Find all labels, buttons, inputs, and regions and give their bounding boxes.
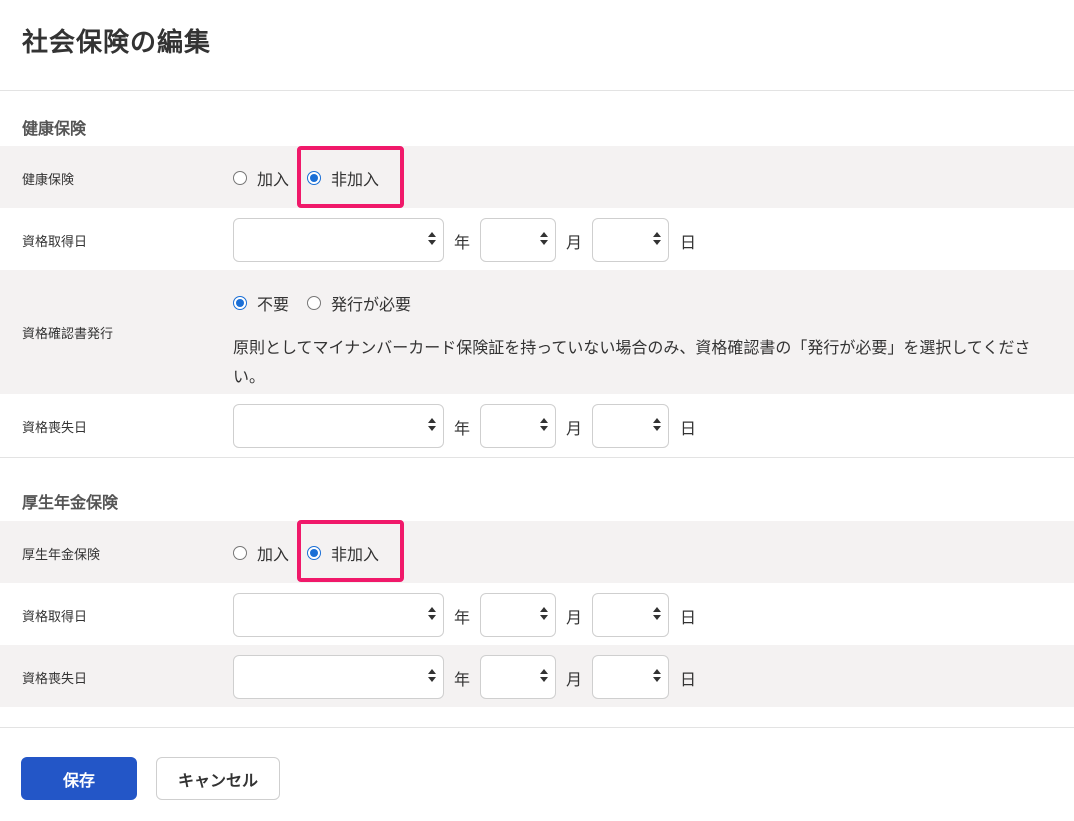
cancel-button[interactable]: キャンセル	[156, 757, 280, 800]
certificate-radio-group: 不要 発行が必要	[233, 291, 429, 315]
pension-enrollment-label: 厚生年金保険	[22, 548, 101, 563]
pension-enrollment-row: 厚生年金保険 加入 非加入	[0, 521, 1074, 583]
health-enrollment-row: 健康保険 加入 非加入	[0, 146, 1074, 208]
pension-acquisition-month-select[interactable]	[480, 593, 556, 637]
health-loss-month-select[interactable]	[480, 404, 556, 448]
certificate-needed-radio[interactable]	[307, 296, 322, 310]
health-certificate-label: 資格確認書発行	[22, 327, 114, 342]
pension-loss-year-select[interactable]	[233, 655, 444, 699]
certificate-not-needed-label: 不要	[257, 295, 290, 314]
health-loss-day-select[interactable]	[592, 404, 669, 448]
month-unit: 月	[566, 670, 583, 689]
select-arrows-icon	[428, 418, 436, 431]
health-acquisition-label: 資格取得日	[22, 235, 88, 250]
health-acquisition-row: 資格取得日 年 月 日	[0, 208, 1074, 270]
pension-enroll-yes-label: 加入	[257, 545, 290, 564]
pension-acquisition-row: 資格取得日 年 月 日	[0, 583, 1074, 645]
month-unit: 月	[566, 233, 583, 252]
save-button[interactable]: 保存	[21, 757, 137, 800]
select-arrows-icon	[540, 232, 548, 245]
pension-nonenroll-highlight	[297, 520, 404, 582]
month-unit: 月	[566, 608, 583, 627]
year-unit: 年	[454, 670, 471, 689]
pension-acquisition-day-select[interactable]	[592, 593, 669, 637]
header-divider	[0, 90, 1074, 91]
page-title: 社会保険の編集	[22, 28, 212, 58]
select-arrows-icon	[653, 607, 661, 620]
pension-enroll-yes-option[interactable]: 加入	[233, 541, 289, 565]
certificate-note: 原則としてマイナンバーカード保険証を持っていない場合のみ、資格確認書の「発行が必…	[233, 338, 1031, 386]
select-arrows-icon	[540, 607, 548, 620]
pension-loss-day-select[interactable]	[592, 655, 669, 699]
section-divider	[0, 457, 1074, 458]
health-enroll-yes-radio[interactable]	[233, 171, 247, 185]
pension-acquisition-label: 資格取得日	[22, 610, 88, 625]
health-loss-row: 資格喪失日 年 月 日	[0, 394, 1074, 456]
health-nonenroll-highlight	[297, 146, 404, 208]
health-acquisition-month-select[interactable]	[480, 218, 556, 262]
health-acquisition-year-select[interactable]	[233, 218, 444, 262]
certificate-not-needed-radio[interactable]	[233, 296, 247, 310]
certificate-needed-label: 発行が必要	[331, 295, 412, 314]
select-arrows-icon	[653, 232, 661, 245]
health-acquisition-day-select[interactable]	[592, 218, 669, 262]
select-arrows-icon	[653, 669, 661, 682]
health-enroll-yes-label: 加入	[257, 170, 290, 189]
year-unit: 年	[454, 419, 471, 438]
certificate-needed-option[interactable]: 発行が必要	[307, 291, 411, 315]
pension-loss-month-select[interactable]	[480, 655, 556, 699]
select-arrows-icon	[540, 669, 548, 682]
footer-divider	[0, 727, 1074, 728]
day-unit: 日	[680, 608, 697, 627]
select-arrows-icon	[428, 232, 436, 245]
pension-loss-label: 資格喪失日	[22, 672, 88, 687]
select-arrows-icon	[428, 607, 436, 620]
select-arrows-icon	[540, 418, 548, 431]
select-arrows-icon	[653, 418, 661, 431]
health-loss-year-select[interactable]	[233, 404, 444, 448]
year-unit: 年	[454, 233, 471, 252]
health-enroll-yes-option[interactable]: 加入	[233, 166, 289, 190]
pension-section-title: 厚生年金保険	[22, 493, 119, 512]
month-unit: 月	[566, 419, 583, 438]
certificate-not-needed-option[interactable]: 不要	[233, 291, 289, 315]
day-unit: 日	[680, 233, 697, 252]
pension-loss-row: 資格喪失日 年 月 日	[0, 645, 1074, 707]
year-unit: 年	[454, 608, 471, 627]
day-unit: 日	[680, 419, 697, 438]
health-section-title: 健康保険	[22, 119, 87, 138]
day-unit: 日	[680, 670, 697, 689]
health-loss-label: 資格喪失日	[22, 421, 88, 436]
pension-enroll-yes-radio[interactable]	[233, 546, 247, 560]
health-certificate-row: 資格確認書発行 不要 発行が必要 原則としてマイナンバーカード保険証を持っていな…	[0, 270, 1074, 394]
select-arrows-icon	[428, 669, 436, 682]
pension-acquisition-year-select[interactable]	[233, 593, 444, 637]
health-enrollment-label: 健康保険	[22, 173, 75, 188]
